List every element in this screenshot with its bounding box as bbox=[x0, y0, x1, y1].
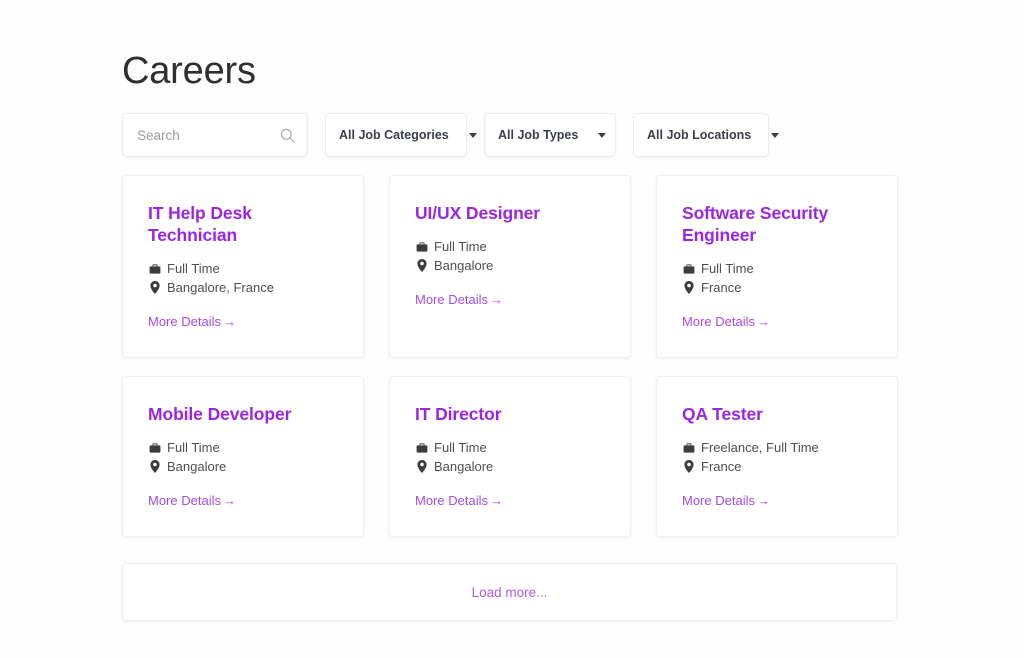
more-details-link[interactable]: More Details→ bbox=[148, 493, 236, 508]
job-title: IT Help Desk Technician bbox=[148, 202, 338, 246]
job-card[interactable]: UI/UX Designer Full Time bbox=[389, 175, 631, 358]
filter-job-types[interactable]: All Job Types bbox=[484, 113, 616, 157]
map-pin-icon bbox=[682, 281, 695, 294]
job-location: Bangalore, France bbox=[167, 278, 274, 297]
job-title: Software Security Engineer bbox=[682, 202, 872, 246]
more-details-label: More Details bbox=[682, 493, 755, 508]
more-details-link[interactable]: More Details→ bbox=[415, 292, 503, 307]
job-type-row: Full Time bbox=[415, 237, 605, 256]
job-location-row: France bbox=[682, 457, 872, 476]
arrow-right-icon: → bbox=[488, 493, 503, 508]
chevron-down-icon bbox=[578, 133, 606, 138]
job-location: Bangalore bbox=[434, 256, 493, 275]
job-meta: Full Time Bangalore bbox=[415, 237, 605, 275]
chevron-down-icon bbox=[751, 133, 779, 138]
job-type-row: Full Time bbox=[148, 438, 338, 457]
search-input[interactable] bbox=[123, 114, 307, 156]
job-location-row: Bangalore bbox=[148, 457, 338, 476]
job-card[interactable]: QA Tester Freelance, Full Time bbox=[656, 376, 898, 537]
job-type: Full Time bbox=[434, 237, 487, 256]
map-pin-icon bbox=[148, 281, 161, 294]
arrow-right-icon: → bbox=[755, 493, 770, 508]
more-details-label: More Details bbox=[148, 314, 221, 329]
load-more-button[interactable]: Load more... bbox=[122, 563, 897, 621]
page-content: Careers All Job Categories All Job Types bbox=[122, 0, 897, 621]
job-grid-row-2: Mobile Developer Full Time bbox=[122, 376, 897, 537]
job-meta: Full Time Bangalore, France bbox=[148, 259, 338, 297]
job-title: UI/UX Designer bbox=[415, 202, 605, 224]
filter-job-categories-label: All Job Categories bbox=[339, 128, 449, 142]
job-title: QA Tester bbox=[682, 403, 872, 425]
map-pin-icon bbox=[682, 460, 695, 473]
job-type: Full Time bbox=[434, 438, 487, 457]
job-type: Full Time bbox=[701, 259, 754, 278]
job-location: France bbox=[701, 457, 741, 476]
page-title: Careers bbox=[122, 0, 897, 94]
job-meta: Full Time France bbox=[682, 259, 872, 297]
briefcase-icon bbox=[415, 442, 428, 454]
briefcase-icon bbox=[415, 241, 428, 253]
job-location-row: Bangalore, France bbox=[148, 278, 338, 297]
job-meta: Freelance, Full Time France bbox=[682, 438, 872, 476]
job-location: Bangalore bbox=[167, 457, 226, 476]
more-details-label: More Details bbox=[148, 493, 221, 508]
more-details-link[interactable]: More Details→ bbox=[682, 314, 770, 329]
search-box[interactable] bbox=[122, 113, 308, 157]
job-type: Freelance, Full Time bbox=[701, 438, 819, 457]
job-title: Mobile Developer bbox=[148, 403, 338, 425]
job-type-row: Full Time bbox=[148, 259, 338, 278]
job-type-row: Full Time bbox=[415, 438, 605, 457]
job-card[interactable]: IT Director Full Time bbox=[389, 376, 631, 537]
filter-job-locations-label: All Job Locations bbox=[647, 128, 751, 142]
filter-job-locations[interactable]: All Job Locations bbox=[633, 113, 769, 157]
briefcase-icon bbox=[148, 263, 161, 275]
filter-bar: All Job Categories All Job Types All Job… bbox=[122, 113, 897, 157]
briefcase-icon bbox=[148, 442, 161, 454]
job-title: IT Director bbox=[415, 403, 605, 425]
careers-page: Careers All Job Categories All Job Types bbox=[0, 0, 1024, 658]
briefcase-icon bbox=[682, 442, 695, 454]
more-details-link[interactable]: More Details→ bbox=[148, 314, 236, 329]
briefcase-icon bbox=[682, 263, 695, 275]
map-pin-icon bbox=[148, 460, 161, 473]
arrow-right-icon: → bbox=[221, 493, 236, 508]
job-location: France bbox=[701, 278, 741, 297]
more-details-label: More Details bbox=[415, 493, 488, 508]
job-type-row: Freelance, Full Time bbox=[682, 438, 872, 457]
map-pin-icon bbox=[415, 259, 428, 272]
job-type: Full Time bbox=[167, 438, 220, 457]
arrow-right-icon: → bbox=[221, 314, 236, 329]
job-meta: Full Time Bangalore bbox=[148, 438, 338, 476]
more-details-label: More Details bbox=[682, 314, 755, 329]
map-pin-icon bbox=[415, 460, 428, 473]
more-details-label: More Details bbox=[415, 292, 488, 307]
job-type-row: Full Time bbox=[682, 259, 872, 278]
filter-job-categories[interactable]: All Job Categories bbox=[325, 113, 467, 157]
more-details-link[interactable]: More Details→ bbox=[415, 493, 503, 508]
job-location-row: Bangalore bbox=[415, 256, 605, 275]
job-location: Bangalore bbox=[434, 457, 493, 476]
load-more-label: Load more... bbox=[472, 585, 548, 600]
job-card[interactable]: IT Help Desk Technician Full Time bbox=[122, 175, 364, 358]
job-card[interactable]: Software Security Engineer Full Time bbox=[656, 175, 898, 358]
arrow-right-icon: → bbox=[488, 292, 503, 307]
job-card[interactable]: Mobile Developer Full Time bbox=[122, 376, 364, 537]
job-meta: Full Time Bangalore bbox=[415, 438, 605, 476]
more-details-link[interactable]: More Details→ bbox=[682, 493, 770, 508]
job-grid-row-1: IT Help Desk Technician Full Time bbox=[122, 175, 897, 358]
chevron-down-icon bbox=[449, 133, 477, 138]
filter-job-types-label: All Job Types bbox=[498, 128, 578, 142]
job-location-row: France bbox=[682, 278, 872, 297]
job-type: Full Time bbox=[167, 259, 220, 278]
job-location-row: Bangalore bbox=[415, 457, 605, 476]
arrow-right-icon: → bbox=[755, 314, 770, 329]
